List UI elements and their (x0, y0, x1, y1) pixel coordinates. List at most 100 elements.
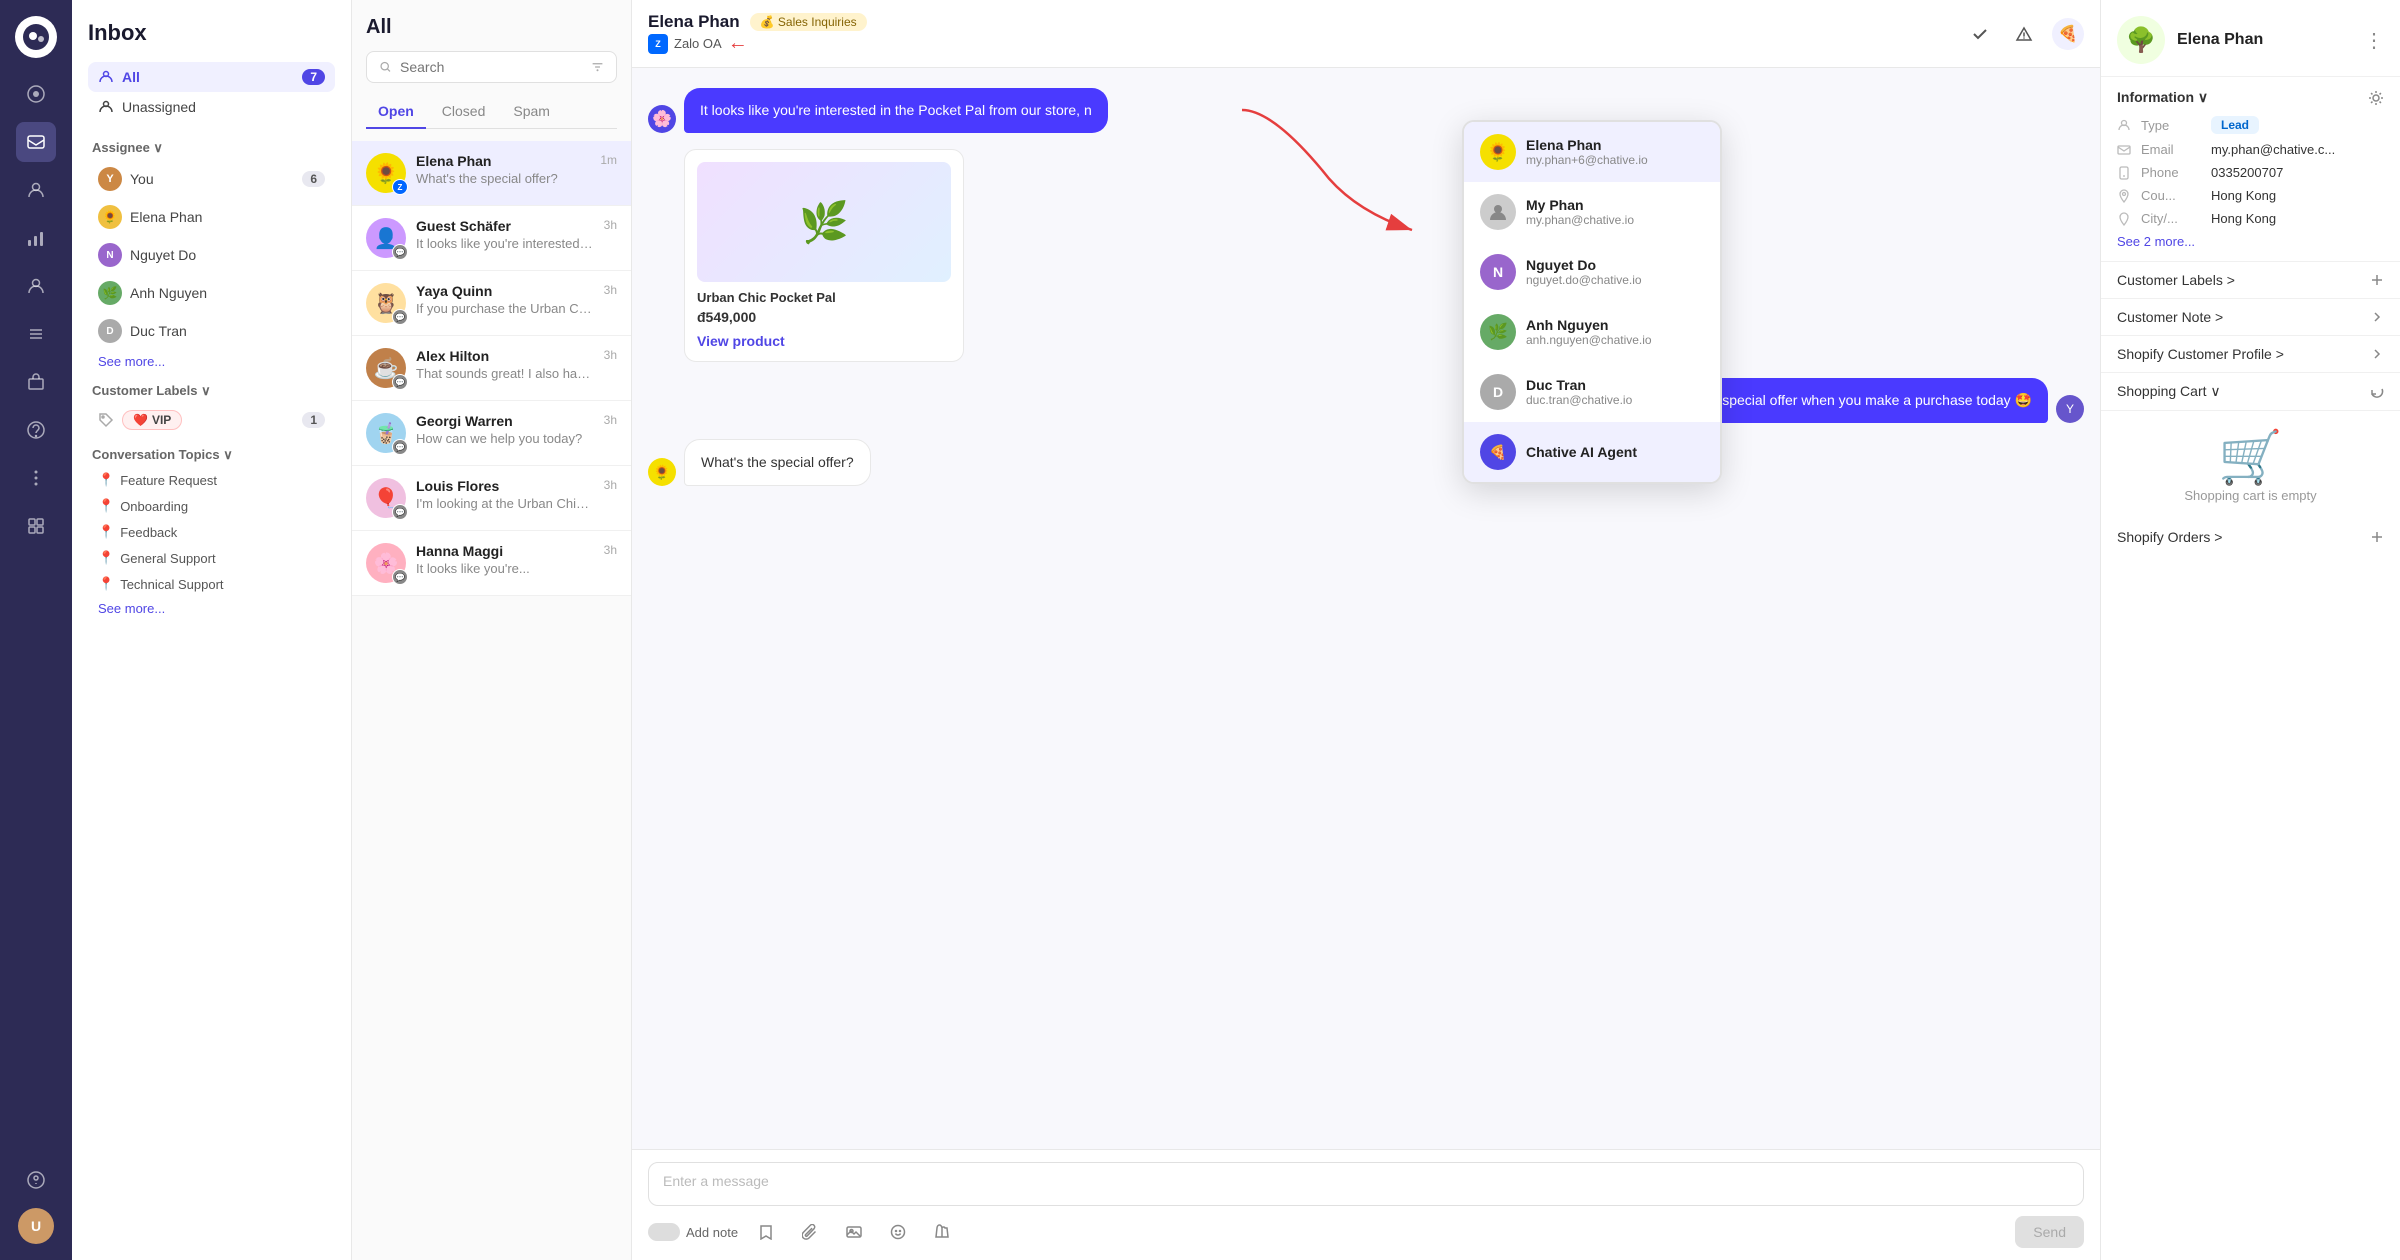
plus-icon (2370, 273, 2384, 287)
conv-item-1[interactable]: 👤 💬 Guest Schäfer It looks like you're i… (352, 206, 631, 271)
nav-more[interactable] (16, 458, 56, 498)
conv-item-4[interactable]: 🧋 💬 Georgi Warren How can we help you to… (352, 401, 631, 466)
conv-name-0: Elena Phan (416, 153, 590, 169)
dropdown-item-5[interactable]: 🍕 Chative AI Agent (1464, 422, 1720, 482)
sidebar-item-nguyet[interactable]: N Nguyet Do (88, 236, 335, 274)
refresh-icon[interactable] (2370, 385, 2384, 399)
bookmark-btn[interactable] (750, 1216, 782, 1248)
nav-profile[interactable] (16, 266, 56, 306)
tag-icon (98, 412, 114, 428)
tab-open[interactable]: Open (366, 95, 426, 129)
sidebar-item-elena[interactable]: 🌻 Elena Phan (88, 198, 335, 236)
message-input-box[interactable]: Enter a message (648, 1162, 2084, 1206)
add-note-toggle[interactable]: Add note (648, 1223, 738, 1241)
image-btn[interactable] (838, 1216, 870, 1248)
tab-spam[interactable]: Spam (501, 95, 562, 129)
send-button[interactable]: Send (2015, 1216, 2084, 1248)
attach-btn[interactable] (794, 1216, 826, 1248)
filter-icon[interactable] (591, 59, 604, 75)
conv-item-2[interactable]: 🦉 💬 Yaya Quinn If you purchase the Urban… (352, 271, 631, 336)
view-product-btn[interactable]: View product (697, 333, 951, 349)
rp-customer-note[interactable]: Customer Note > (2101, 299, 2400, 336)
lead-badge: Lead (2211, 116, 2259, 134)
nav-settings[interactable] (16, 314, 56, 354)
dropdown-name-2: Nguyet Do (1526, 257, 1642, 273)
dropdown-avatar-1 (1480, 194, 1516, 230)
app-logo[interactable] (15, 16, 57, 58)
nav-support[interactable] (16, 410, 56, 450)
sidebar-item-unassigned[interactable]: Unassigned (88, 92, 335, 122)
sidebar-item-duc[interactable]: D Duc Tran (88, 312, 335, 350)
dropdown-item-4[interactable]: D Duc Tran duc.tran@chative.io (1464, 362, 1720, 422)
topic-technical-support[interactable]: 📍 Technical Support (88, 571, 335, 597)
conv-avatar-2: 🦉 💬 (366, 283, 406, 323)
topic-feature-request[interactable]: 📍 Feature Request (88, 467, 335, 493)
topics-section-label[interactable]: Conversation Topics ∨ (92, 447, 335, 463)
rp-shopify-profile[interactable]: Shopify Customer Profile > (2101, 336, 2400, 373)
check-icon-btn[interactable] (1964, 18, 1996, 50)
sidebar-item-anh[interactable]: 🌿 Anh Nguyen (88, 274, 335, 312)
topic-general-support[interactable]: 📍 General Support (88, 545, 335, 571)
shopify-btn[interactable] (926, 1216, 958, 1248)
conv-time-5: 3h (604, 478, 617, 492)
dropdown-item-2[interactable]: N Nguyet Do nguyet.do@chative.io (1464, 242, 1720, 302)
conv-item-5[interactable]: 🎈 💬 Louis Flores I'm looking at the Urba… (352, 466, 631, 531)
conv-avatar-1: 👤 💬 (366, 218, 406, 258)
conv-name-1: Guest Schäfer (416, 218, 594, 234)
sidebar-item-all[interactable]: All 7 (88, 62, 335, 92)
search-input[interactable] (400, 59, 583, 75)
vip-count: 1 (302, 412, 325, 428)
tab-closed[interactable]: Closed (430, 95, 498, 129)
sidebar-item-you[interactable]: Y You 6 (88, 160, 335, 198)
conv-item-3[interactable]: ☕ 💬 Alex Hilton That sounds great! I als… (352, 336, 631, 401)
nav-grid[interactable] (16, 506, 56, 546)
conv-preview-0: What's the special offer? (416, 171, 590, 186)
dropdown-item-0[interactable]: 🌻 Elena Phan my.phan+6@chative.io (1464, 122, 1720, 182)
input-placeholder: Enter a message (663, 1173, 769, 1189)
emoji-btn[interactable] (882, 1216, 914, 1248)
rp-customer-labels[interactable]: Customer Labels > (2101, 262, 2400, 299)
nav-packages[interactable] (16, 362, 56, 402)
topic-feedback[interactable]: 📍 Feedback (88, 519, 335, 545)
nav-home[interactable] (16, 74, 56, 114)
topic-pin-icon-2: 📍 (98, 498, 114, 514)
customer-labels-section[interactable]: Customer Labels ∨ (92, 383, 335, 399)
conv-avatar-4: 🧋 💬 (366, 413, 406, 453)
topic-onboarding[interactable]: 📍 Onboarding (88, 493, 335, 519)
dropdown-email-4: duc.tran@chative.io (1526, 393, 1632, 407)
ai-agent-icon: 🍕 (1480, 434, 1516, 470)
toggle-switch[interactable] (648, 1223, 680, 1241)
assignee-section-label[interactable]: Assignee ∨ (92, 140, 335, 156)
alert-icon-btn[interactable] (2008, 18, 2040, 50)
rp-shopify-orders[interactable]: Shopify Orders > (2101, 519, 2400, 555)
nav-reports[interactable] (16, 218, 56, 258)
dropdown-name-5: Chative AI Agent (1526, 444, 1637, 460)
rp-see-more[interactable]: See 2 more... (2117, 234, 2384, 249)
topics-see-more[interactable]: See more... (88, 597, 335, 620)
conv-item-6[interactable]: 🌸 💬 Hanna Maggi It looks like you're... … (352, 531, 631, 596)
nav-help[interactable] (16, 1160, 56, 1200)
nav-inbox[interactable] (16, 122, 56, 162)
dropdown-email-3: anh.nguyen@chative.io (1526, 333, 1652, 347)
topic-pin-icon-4: 📍 (98, 550, 114, 566)
rp-shopping-cart[interactable]: Shopping Cart ∨ (2101, 373, 2400, 411)
sidebar-item-vip[interactable]: ❤️❤️ VIPVIP 1 (88, 403, 335, 437)
channel-label: Zalo OA (674, 36, 722, 51)
gear-icon[interactable] (2368, 90, 2384, 106)
user-avatar-nav[interactable]: U (18, 1208, 54, 1244)
sales-badge: 💰 Sales Inquiries (750, 13, 867, 31)
dropdown-item-1[interactable]: My Phan my.phan@chative.io (1464, 182, 1720, 242)
rp-more-btn[interactable]: ⋮ (2364, 28, 2384, 53)
rp-info-title[interactable]: Information ∨ (2117, 89, 2208, 106)
all-icon (98, 69, 114, 85)
rp-country-label: Cou... (2141, 188, 2201, 203)
dropdown-item-3[interactable]: 🌿 Anh Nguyen anh.nguyen@chative.io (1464, 302, 1720, 362)
conv-item-0[interactable]: 🌻 Z Elena Phan What's the special offer?… (352, 141, 631, 206)
assignee-see-more[interactable]: See more... (88, 350, 335, 373)
nav-contacts[interactable] (16, 170, 56, 210)
topic-label-1: Feature Request (120, 473, 217, 488)
dropdown-name-0: Elena Phan (1526, 137, 1648, 153)
shopify-profile-label: Shopify Customer Profile > (2117, 346, 2284, 362)
pizza-btn[interactable]: 🍕 (2052, 18, 2084, 50)
dropdown-avatar-2: N (1480, 254, 1516, 290)
